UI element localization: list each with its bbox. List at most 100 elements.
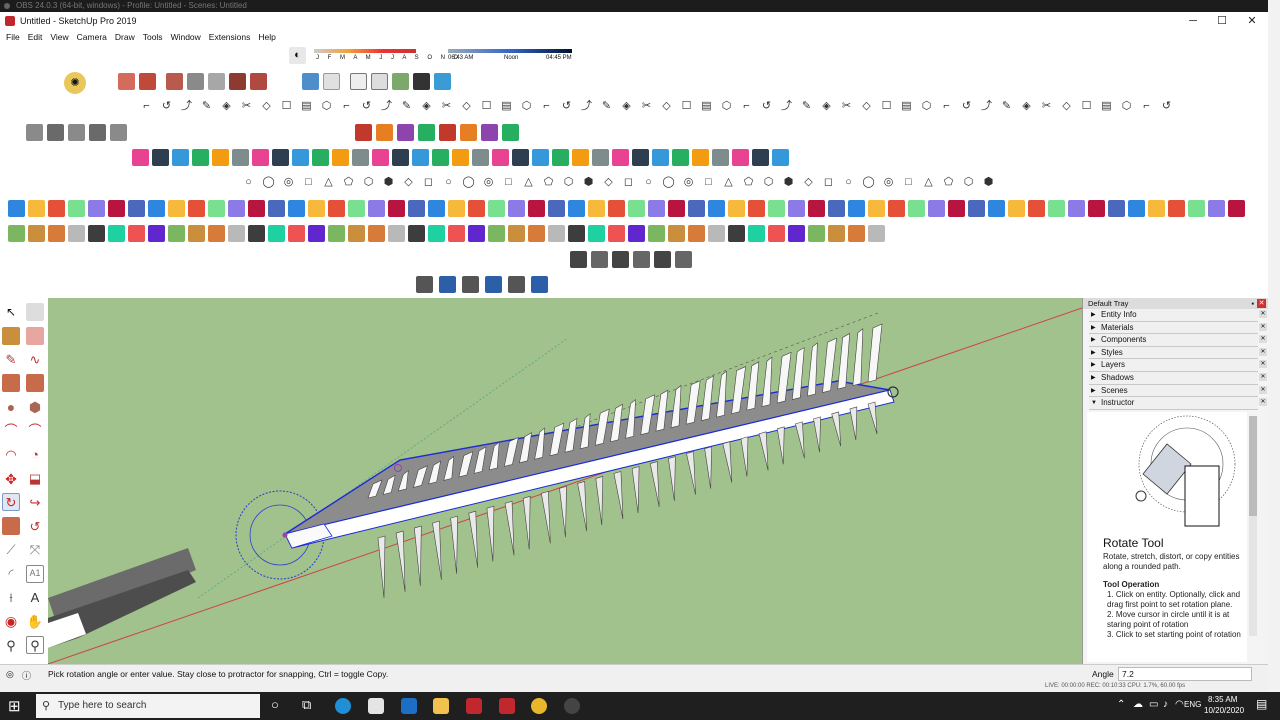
solid-tool-icon-8[interactable]	[272, 149, 289, 166]
circle-icon[interactable]: ●	[2, 398, 20, 416]
extension-tool-icon-47[interactable]: ◇	[1058, 98, 1075, 115]
plugin-tool-icon-24[interactable]	[468, 225, 485, 242]
shape-tool-icon-2[interactable]: ◯	[260, 174, 277, 191]
arc-icon[interactable]: ⌒	[2, 422, 20, 440]
plugin-tool-icon-4[interactable]	[68, 225, 85, 242]
menu-camera[interactable]: Camera	[73, 30, 111, 44]
solid-tool-icon-17[interactable]	[452, 149, 469, 166]
panel-scenes[interactable]: ▶ Scenes ✕	[1089, 384, 1267, 398]
utility-tool-icon-14[interactable]	[268, 200, 285, 217]
plugin-tool-icon-20[interactable]	[388, 225, 405, 242]
zoom-window-icon[interactable]: ⚲	[26, 636, 44, 655]
arrow-tool-icon-8[interactable]	[502, 124, 519, 141]
extension-tool-icon-40[interactable]: ⬡	[918, 98, 935, 115]
hidden-line-icon[interactable]	[371, 73, 388, 90]
wifi-icon[interactable]: ◠	[1175, 699, 1184, 710]
xray-icon[interactable]	[302, 73, 319, 90]
utility-tool-icon-49[interactable]	[968, 200, 985, 217]
shape-tool-icon-10[interactable]: ◻	[420, 174, 437, 191]
utility-tool-icon-41[interactable]	[808, 200, 825, 217]
arrow-tool-icon-5[interactable]	[439, 124, 456, 141]
freehand-icon[interactable]: ∿	[26, 351, 44, 369]
extension-tool-icon-1[interactable]: ⌐	[138, 98, 155, 115]
top-view-icon[interactable]	[139, 73, 156, 90]
extension-tool-icon-14[interactable]: ✎	[398, 98, 415, 115]
panel-close-icon[interactable]: ✕	[1259, 335, 1267, 344]
camera-tool-icon-1[interactable]	[570, 251, 587, 268]
3d-text-icon[interactable]: A	[26, 589, 44, 607]
extension-tool-icon-15[interactable]: ◈	[418, 98, 435, 115]
shaded-textures-icon[interactable]	[413, 73, 430, 90]
solid-tool-icon-6[interactable]	[232, 149, 249, 166]
extension-tool-icon-29[interactable]: ▤	[698, 98, 715, 115]
utility-tool-icon-6[interactable]	[108, 200, 125, 217]
solid-tool-icon-2[interactable]	[152, 149, 169, 166]
panel-components[interactable]: ▶ Components ✕	[1089, 334, 1267, 347]
plugin-tool-icon-35[interactable]	[688, 225, 705, 242]
extension-tool-icon-31[interactable]: ⌐	[738, 98, 755, 115]
move-tool-icon[interactable]: ✥	[2, 470, 20, 488]
utility-tool-icon-47[interactable]	[928, 200, 945, 217]
camera-tool-icon-3[interactable]	[612, 251, 629, 268]
close-button[interactable]: ✕	[1237, 12, 1267, 30]
file-explorer-icon[interactable]	[433, 698, 449, 714]
extension-tool-icon-19[interactable]: ▤	[498, 98, 515, 115]
extension-tool-icon-25[interactable]: ◈	[618, 98, 635, 115]
extension-tool-icon-43[interactable]: ⤴	[978, 98, 995, 115]
clock-date[interactable]: 10/20/2020	[1204, 706, 1244, 715]
store-icon[interactable]	[368, 698, 384, 714]
menu-window[interactable]: Window	[167, 30, 205, 44]
make-component-icon[interactable]	[26, 303, 44, 321]
plugin-tool-icon-14[interactable]	[268, 225, 285, 242]
shape-tool-icon-34[interactable]: □	[900, 174, 917, 191]
iso-view-icon[interactable]	[118, 73, 135, 90]
month-slider[interactable]	[314, 49, 416, 53]
extension-tool-icon-46[interactable]: ✂	[1038, 98, 1055, 115]
utility-tool-icon-40[interactable]	[788, 200, 805, 217]
clock-time[interactable]: 8:35 AM	[1208, 695, 1237, 704]
pie-icon[interactable]: ◔	[26, 446, 44, 464]
sketchup-taskbar-icon[interactable]	[466, 698, 482, 714]
section-icon-3[interactable]	[68, 124, 85, 141]
menu-file[interactable]: File	[2, 30, 24, 44]
solid-tool-icon-28[interactable]	[672, 149, 689, 166]
menu-tools[interactable]: Tools	[139, 30, 167, 44]
plugin-tool-icon-5[interactable]	[88, 225, 105, 242]
utility-tool-icon-9[interactable]	[168, 200, 185, 217]
offset-icon[interactable]: ↺	[26, 517, 44, 535]
layer-tool-icon-1[interactable]	[416, 276, 433, 293]
solid-tool-icon-4[interactable]	[192, 149, 209, 166]
shape-tool-icon-1[interactable]: ○	[240, 174, 257, 191]
extension-tool-icon-5[interactable]: ◈	[218, 98, 235, 115]
utility-tool-icon-20[interactable]	[388, 200, 405, 217]
extension-tool-icon-52[interactable]: ↺	[1158, 98, 1175, 115]
camera-tool-icon-4[interactable]	[633, 251, 650, 268]
utility-tool-icon-30[interactable]	[588, 200, 605, 217]
extension-tool-icon-21[interactable]: ⌐	[538, 98, 555, 115]
select-tool-icon[interactable]: ↖	[2, 303, 20, 321]
shape-tool-icon-31[interactable]: ○	[840, 174, 857, 191]
solid-tool-icon-22[interactable]	[552, 149, 569, 166]
dimension-icon[interactable]: ⤧	[26, 541, 44, 559]
solid-tool-icon-7[interactable]	[252, 149, 269, 166]
tray-pin-icon[interactable]: ▪	[1251, 298, 1254, 309]
shape-tool-icon-26[interactable]: ⬠	[740, 174, 757, 191]
obs-icon-taskbar[interactable]	[564, 698, 580, 714]
shape-tool-icon-19[interactable]: ◇	[600, 174, 617, 191]
arrow-tool-icon-4[interactable]	[418, 124, 435, 141]
camera-tool-icon-5[interactable]	[654, 251, 671, 268]
shape-tool-icon-12[interactable]: ◯	[460, 174, 477, 191]
utility-tool-icon-60[interactable]	[1188, 200, 1205, 217]
shadow-toggle-icon[interactable]: ◐	[289, 47, 306, 64]
extension-tool-icon-22[interactable]: ↺	[558, 98, 575, 115]
utility-tool-icon-34[interactable]	[668, 200, 685, 217]
solid-tool-icon-32[interactable]	[752, 149, 769, 166]
layer-tool-icon-3[interactable]	[462, 276, 479, 293]
polygon-icon[interactable]: ⬢	[26, 398, 44, 416]
scale-icon[interactable]	[2, 517, 20, 536]
solid-tool-icon-26[interactable]	[632, 149, 649, 166]
eraser-icon[interactable]	[26, 326, 44, 345]
extension-tool-icon-9[interactable]: ▤	[298, 98, 315, 115]
bottom-view-icon[interactable]	[250, 73, 267, 90]
utility-tool-icon-45[interactable]	[888, 200, 905, 217]
